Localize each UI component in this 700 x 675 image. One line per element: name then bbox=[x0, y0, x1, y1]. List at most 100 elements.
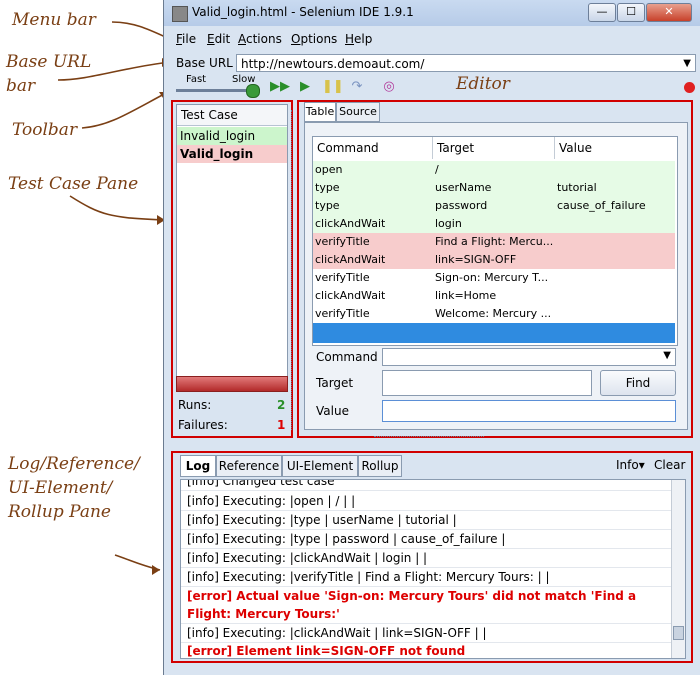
runs-label: Runs: bbox=[178, 398, 212, 412]
column-header-command[interactable]: Command bbox=[313, 137, 433, 159]
chevron-down-icon[interactable]: ▼ bbox=[683, 55, 691, 73]
column-header-target[interactable]: Target bbox=[433, 137, 555, 159]
vertical-splitter[interactable] bbox=[291, 110, 296, 430]
find-button[interactable]: Find bbox=[600, 370, 676, 396]
target-cell: Find a Flight: Mercu... bbox=[435, 235, 554, 248]
speed-slider-handle[interactable] bbox=[246, 84, 260, 98]
command-cell: type bbox=[315, 199, 340, 212]
target-cell: userName bbox=[435, 181, 492, 194]
table-row[interactable]: verifyTitle Find a Flight: Mercu... bbox=[313, 233, 675, 251]
progress-bar bbox=[176, 376, 288, 392]
log-line: [info] Executing: |clickAndWait | login … bbox=[181, 549, 671, 568]
table-row[interactable]: verifyTitle Welcome: Mercury ... bbox=[313, 305, 675, 323]
failures-label: Failures: bbox=[178, 418, 228, 432]
table-row[interactable]: type userName tutorial bbox=[313, 179, 675, 197]
command-cell: verifyTitle bbox=[315, 235, 370, 248]
tab-log[interactable]: Log bbox=[180, 455, 216, 477]
table-row[interactable]: verifyTitle Sign-on: Mercury T... bbox=[313, 269, 675, 287]
target-cell: login bbox=[435, 217, 462, 230]
table-row[interactable]: clickAndWait link=SIGN-OFF bbox=[313, 251, 675, 269]
run-current-icon[interactable]: ▶ bbox=[296, 78, 314, 96]
log-scrollbar[interactable] bbox=[671, 480, 685, 658]
step-icon[interactable]: ↷ bbox=[348, 78, 366, 96]
run-all-icon[interactable]: ▶▶ bbox=[270, 78, 290, 96]
chevron-down-icon[interactable]: ▼ bbox=[663, 350, 671, 361]
log-line: [info] Changed test case bbox=[181, 480, 671, 491]
target-cell: Welcome: Mercury ... bbox=[435, 307, 552, 320]
table-row[interactable]: clickAndWait link=Home bbox=[313, 287, 675, 305]
record-icon[interactable] bbox=[684, 82, 695, 93]
value-cell: tutorial bbox=[557, 181, 597, 194]
tab-rollup[interactable]: Rollup bbox=[358, 455, 402, 477]
base-url-bar: Base URL http://newtours.demoaut.com/ ▼ bbox=[172, 54, 697, 74]
column-header-value[interactable]: Value bbox=[555, 137, 675, 159]
value-cell: cause_of_failure bbox=[557, 199, 646, 212]
test-case-item[interactable]: Valid_login bbox=[177, 145, 287, 163]
test-case-pane: Test Case Invalid_login Valid_login bbox=[176, 104, 288, 378]
rollup-icon[interactable]: ◎ bbox=[380, 78, 398, 96]
speed-slider-track[interactable] bbox=[176, 89, 254, 92]
pause-icon[interactable]: ❚❚ bbox=[322, 78, 344, 96]
table-row[interactable]: type password cause_of_failure bbox=[313, 197, 675, 215]
table-row[interactable]: open / bbox=[313, 161, 675, 179]
target-cell: link=SIGN-OFF bbox=[435, 253, 517, 266]
target-cell: / bbox=[435, 163, 439, 176]
target-cell: Sign-on: Mercury T... bbox=[435, 271, 549, 284]
command-cell: clickAndWait bbox=[315, 217, 386, 230]
menu-file[interactable]: File bbox=[176, 32, 196, 46]
tab-source[interactable]: Source bbox=[336, 102, 380, 122]
app-icon bbox=[172, 6, 188, 22]
menu-actions[interactable]: Actions bbox=[238, 32, 282, 46]
command-label: Command bbox=[316, 350, 378, 364]
toolbar: Fast Slow ▶▶ ▶ ❚❚ ↷ ◎ bbox=[172, 74, 697, 100]
maximize-button[interactable]: ☐ bbox=[617, 3, 645, 22]
target-cell: link=Home bbox=[435, 289, 497, 302]
command-input[interactable]: ▼ bbox=[382, 348, 676, 366]
window-title: Valid_login.html - Selenium IDE 1.9.1 bbox=[192, 5, 414, 19]
failures-value: 1 bbox=[277, 418, 286, 432]
target-input[interactable] bbox=[382, 370, 592, 396]
target-cell: password bbox=[435, 199, 488, 212]
base-url-value: http://newtours.demoaut.com/ bbox=[241, 57, 425, 71]
find-button-label: Find bbox=[625, 376, 651, 390]
log-line: [info] Executing: |type | userName | tut… bbox=[181, 511, 671, 530]
clear-log-button[interactable]: Clear bbox=[654, 458, 685, 472]
tab-table[interactable]: Table bbox=[304, 102, 336, 122]
command-cell: clickAndWait bbox=[315, 289, 386, 302]
selected-empty-row[interactable] bbox=[313, 323, 675, 343]
runs-value: 2 bbox=[277, 398, 286, 412]
command-cell: verifyTitle bbox=[315, 271, 370, 284]
test-case-header-label: Test Case bbox=[181, 108, 238, 122]
command-cell: clickAndWait bbox=[315, 253, 386, 266]
base-url-input[interactable]: http://newtours.demoaut.com/ ▼ bbox=[236, 54, 696, 72]
base-url-label: Base URL bbox=[176, 56, 233, 70]
pane-splitter[interactable] bbox=[374, 436, 484, 443]
speed-fast-label: Fast bbox=[186, 74, 207, 85]
minimize-button[interactable]: — bbox=[588, 3, 616, 22]
info-level-menu[interactable]: Info▾ bbox=[616, 458, 645, 472]
menu-help[interactable]: Help bbox=[345, 32, 372, 46]
menu-edit[interactable]: Edit bbox=[207, 32, 230, 46]
test-case-item[interactable]: Invalid_login bbox=[177, 127, 287, 145]
menu-options[interactable]: Options bbox=[291, 32, 337, 46]
tab-reference[interactable]: Reference bbox=[216, 455, 282, 477]
value-input[interactable] bbox=[382, 400, 676, 422]
log-pane: Log Reference UI-Element Rollup Info▾ Cl… bbox=[176, 455, 690, 660]
tab-ui-element[interactable]: UI-Element bbox=[282, 455, 358, 477]
log-line: [info] Executing: |clickAndWait | link=S… bbox=[181, 624, 671, 643]
log-scrollbar-thumb[interactable] bbox=[673, 626, 684, 640]
log-line: [info] Executing: |open | / | | bbox=[181, 492, 671, 511]
table-row[interactable]: clickAndWait login bbox=[313, 215, 675, 233]
log-output: [info] Changed test case [info] Executin… bbox=[180, 479, 686, 659]
log-error-line: [error] Element link=SIGN-OFF not found bbox=[181, 642, 671, 658]
test-case-header: Test Case bbox=[177, 105, 287, 126]
log-line: [info] Executing: |type | password | cau… bbox=[181, 530, 671, 549]
log-error-line: [error] Actual value 'Sign-on: Mercury T… bbox=[181, 587, 671, 624]
title-bar: Valid_login.html - Selenium IDE 1.9.1 — … bbox=[164, 0, 700, 26]
command-cell: verifyTitle bbox=[315, 307, 370, 320]
editor-pane: Table Source Command Target Value open /… bbox=[300, 102, 690, 432]
close-button[interactable]: ✕ bbox=[646, 3, 692, 22]
command-table: Command Target Value open / type userNam… bbox=[312, 136, 678, 346]
value-label: Value bbox=[316, 404, 349, 418]
selenium-ide-window: Valid_login.html - Selenium IDE 1.9.1 — … bbox=[163, 0, 700, 675]
